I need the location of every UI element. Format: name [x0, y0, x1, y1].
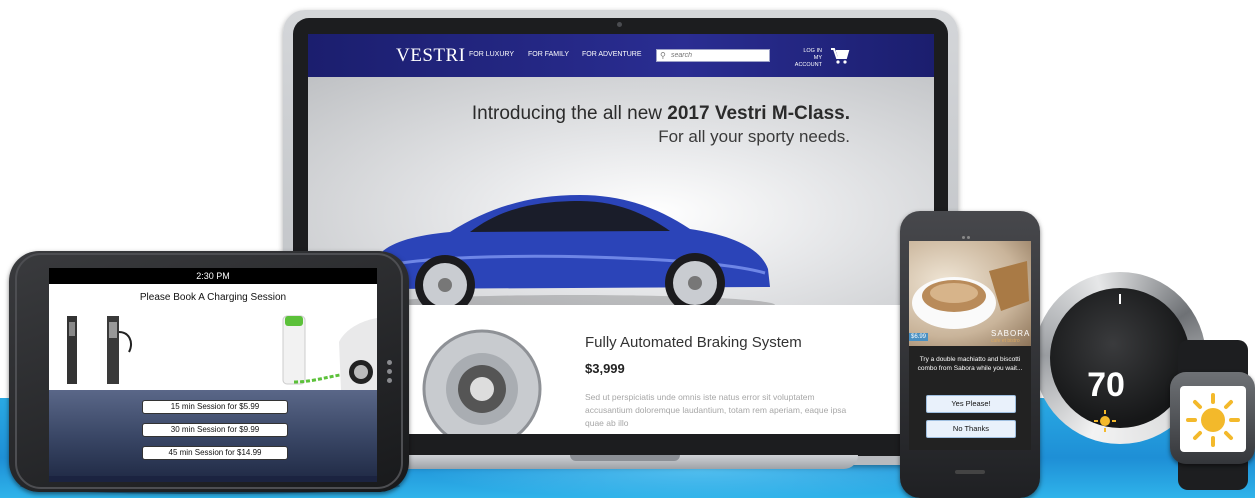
session-15-button[interactable]: 15 min Session for $5.99 — [142, 400, 288, 414]
nav-adventure[interactable]: FOR ADVENTURE — [582, 51, 642, 58]
car-image — [370, 195, 775, 315]
login-link[interactable]: LOG IN — [792, 48, 822, 55]
camera-icon — [617, 22, 622, 27]
hero-headline-bold: 2017 Vestri M-Class. — [667, 103, 850, 124]
cafe-brand-sub: cafe et bistro — [991, 338, 1020, 344]
status-time: 2:30 PM — [49, 268, 377, 284]
phone-screen: $6.99 SABORA cafe et bistro Try a double… — [909, 241, 1031, 450]
search-box[interactable]: ⚲ — [656, 49, 770, 62]
session-30-button[interactable]: 30 min Session for $9.99 — [142, 423, 288, 437]
sun-icon — [1094, 410, 1116, 432]
booking-title: Please Book A Charging Session — [49, 284, 377, 312]
thermostat-temperature: 70 — [1087, 366, 1125, 404]
my-account-link[interactable]: MY ACCOUNT — [792, 55, 822, 69]
sun-icon — [1186, 393, 1240, 447]
brand-logo[interactable]: VESTRI — [396, 45, 466, 67]
phone-home-bar[interactable] — [955, 470, 985, 474]
site-header: VESTRI FOR LUXURY FOR FAMILY FOR ADVENTU… — [308, 34, 934, 77]
laptop-notch — [570, 455, 680, 461]
search-icon: ⚲ — [660, 51, 666, 60]
no-thanks-button[interactable]: No Thanks — [926, 420, 1016, 438]
search-input[interactable] — [671, 50, 767, 61]
nav-family[interactable]: FOR FAMILY — [528, 51, 569, 58]
nav-luxury[interactable]: FOR LUXURY — [469, 51, 514, 58]
product-price: $3,999 — [585, 361, 625, 376]
hero-subheadline: For all your sporty needs. — [658, 127, 850, 146]
yes-please-button[interactable]: Yes Please! — [926, 395, 1016, 413]
brake-rotor-image — [422, 329, 542, 434]
cart-icon[interactable] — [830, 47, 850, 65]
offer-message: Try a double machiatto and biscotti comb… — [917, 356, 1023, 372]
tablet-screen: 2:30 PM Please Book A Charging Session 1… — [49, 268, 377, 482]
phone-speaker — [962, 226, 976, 257]
thermostat-ticks — [1119, 294, 1121, 304]
product-description: Sed ut perspiciatis unde omnis iste natu… — [585, 392, 847, 428]
session-45-button[interactable]: 45 min Session for $14.99 — [142, 446, 288, 460]
hero-headline: Introducing the all new 2017 Vestri M-Cl… — [472, 103, 850, 125]
price-tag: $6.99 — [909, 333, 929, 341]
cafe-brand: SABORA — [991, 329, 1031, 338]
tablet-dots — [387, 360, 393, 390]
hero-headline-text: Introducing the all new — [471, 103, 668, 124]
product-title: Fully Automated Braking System — [585, 334, 802, 351]
account-links: LOG IN MY ACCOUNT — [792, 48, 822, 69]
tablet-bottom-bar — [49, 476, 377, 482]
charging-stations-image — [49, 312, 377, 390]
